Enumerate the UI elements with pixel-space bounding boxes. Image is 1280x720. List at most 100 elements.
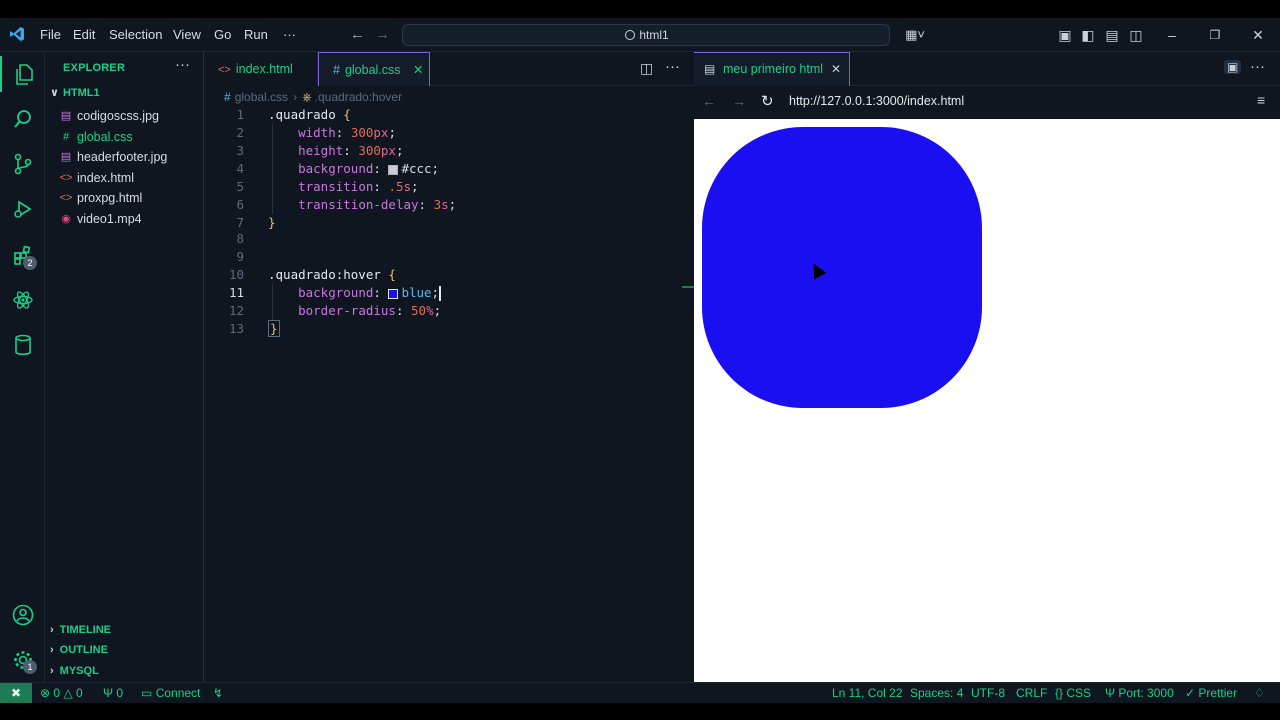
settings-gear-icon[interactable] (0, 641, 45, 677)
remote-icon[interactable]: ✖ (0, 683, 32, 704)
breadcrumb-file[interactable]: global.css (235, 90, 288, 104)
section-timeline[interactable]: › TIMELINE (50, 620, 111, 640)
tab-global-css[interactable]: # global.css ✕ (318, 52, 430, 86)
forward-arrow-icon[interactable]: → (732, 93, 746, 109)
explorer-icon[interactable] (0, 56, 45, 92)
file-item[interactable]: ▤ headerfooter.jpg (45, 147, 203, 167)
language-mode[interactable]: {} CSS (1055, 683, 1091, 704)
chevron-down-icon: ∨ (50, 87, 59, 99)
tab-preview[interactable]: ▤ meu primeiro html ✕ (694, 52, 850, 86)
code-line-11[interactable]: background: blue; (268, 284, 442, 302)
database-icon[interactable] (0, 326, 45, 362)
line-number: 13 (228, 321, 244, 336)
section-mysql[interactable]: › MYSQL (50, 661, 99, 681)
lock-icon[interactable]: ▣ (1224, 60, 1242, 74)
code-line-10[interactable]: .quadrado:hover { (268, 266, 396, 284)
code-line-6[interactable]: transition-delay: 3s; (268, 196, 456, 214)
video-icon: ◉ (61, 213, 71, 225)
toggle-primary-sidebar-icon[interactable]: ◧ (1078, 18, 1098, 52)
file-item[interactable]: ▤ codigoscss.jpg (45, 106, 203, 126)
explorer-sidebar: EXPLORER ··· ∨ HTML1 › TIMELINE › OUTLINE ›… (45, 52, 204, 682)
explorer-more-icon[interactable]: ··· (175, 56, 190, 73)
close-window-icon[interactable]: ✕ (1248, 18, 1268, 52)
run-debug-icon[interactable] (0, 190, 45, 226)
warnings-count: 0 (76, 686, 83, 700)
ports-indicator[interactable]: Ψ 0 (103, 683, 123, 704)
file-name: global.css (77, 129, 133, 144)
problems-indicator[interactable]: ⊗ 0 △ 0 (40, 683, 83, 704)
symbol-icon: ⎈ (302, 90, 312, 104)
menu-selection[interactable]: Selection (109, 18, 162, 52)
file-item[interactable]: <> proxpg.html (45, 188, 203, 208)
notifications-bell-icon[interactable]: ♢ (1254, 683, 1265, 704)
file-name: index.html (77, 170, 134, 185)
menu-edit[interactable]: Edit (73, 18, 95, 52)
quadrado-box[interactable] (702, 127, 982, 408)
folder-html1[interactable]: ∨ HTML1 (50, 86, 100, 99)
account-icon[interactable] (0, 596, 45, 632)
menu-view[interactable]: View (173, 18, 201, 52)
menu-file[interactable]: File (40, 18, 61, 52)
tab-index-html[interactable]: <> index.html (204, 52, 318, 86)
explorer-title: EXPLORER (63, 62, 126, 74)
cursor-position[interactable]: Ln 11, Col 22 (832, 683, 903, 704)
section-label: OUTLINE (59, 644, 108, 656)
color-swatch-ccc[interactable] (388, 164, 399, 175)
forward-arrow-icon[interactable]: → (375, 18, 390, 52)
url-field[interactable]: http://127.0.0.1:3000/index.html (789, 86, 964, 119)
color-swatch-blue[interactable] (388, 288, 399, 299)
antenna-icon: Ψ (103, 686, 114, 700)
code-line-5[interactable]: transition: .5s; (268, 178, 418, 196)
source-control-icon[interactable] (0, 145, 45, 181)
copilot-icon[interactable]: ▦˅ (902, 18, 928, 52)
live-server-port[interactable]: Ψ Port: 3000 (1105, 683, 1174, 704)
code-line-13[interactable]: } (268, 320, 280, 338)
file-item[interactable]: # global.css (45, 127, 203, 147)
split-editor-icon[interactable]: ◫ (640, 60, 653, 77)
connect-button[interactable]: ▭ Connect (141, 683, 200, 704)
back-arrow-icon[interactable]: ← (702, 93, 716, 109)
toggle-panel-icon[interactable]: ▤ (1102, 18, 1122, 52)
code-line-3[interactable]: height: 300px; (268, 142, 403, 160)
lightning-icon[interactable]: ↯ (213, 683, 223, 704)
errors-count: 0 (53, 686, 61, 700)
code-editor[interactable]: .quadrado { width: 300px; height: 300px;… (204, 106, 694, 682)
section-outline[interactable]: › OUTLINE (50, 640, 108, 660)
line-number: 9 (236, 249, 244, 264)
extensions-icon[interactable] (0, 236, 45, 272)
file-item[interactable]: ◉ video1.mp4 (45, 209, 203, 229)
code-line-1[interactable]: .quadrado { (268, 106, 351, 124)
menu-go[interactable]: Go (214, 18, 231, 52)
react-icon[interactable] (0, 281, 45, 317)
line-number: 6 (236, 197, 244, 212)
toggle-secondary-sidebar-icon[interactable]: ◫ (1126, 18, 1146, 52)
close-tab-icon[interactable]: ✕ (413, 53, 423, 87)
menu-run[interactable]: Run (244, 18, 268, 52)
code-line-4[interactable]: background: #ccc; (268, 160, 439, 178)
end-of-line[interactable]: CRLF (1016, 683, 1047, 704)
menu-icon[interactable]: ≡ (1257, 92, 1265, 108)
ports-count: 0 (116, 686, 124, 700)
code-line-12[interactable]: border-radius: 50%; (268, 302, 441, 320)
reload-icon[interactable]: ↻ (761, 92, 774, 110)
encoding[interactable]: UTF-8 (971, 683, 1005, 704)
code-line-2[interactable]: width: 300px; (268, 124, 396, 142)
command-center[interactable]: html1 (402, 24, 890, 46)
preview-more-icon[interactable]: ··· (1250, 58, 1265, 75)
indentation[interactable]: Spaces: 4 (910, 683, 963, 704)
menu-more[interactable]: ··· (283, 18, 296, 52)
image-icon: ▤ (60, 151, 72, 164)
restore-icon[interactable]: ❐ (1205, 18, 1225, 52)
file-item[interactable]: <> index.html (45, 168, 203, 188)
search-icon[interactable] (0, 100, 45, 136)
prettier-status[interactable]: ✓ Prettier (1185, 683, 1237, 704)
minimize-icon[interactable]: – (1162, 18, 1182, 52)
editor-more-icon[interactable]: ··· (665, 58, 680, 75)
close-tab-icon[interactable]: ✕ (831, 62, 841, 76)
breadcrumb-symbol[interactable]: .quadrado:hover (315, 90, 402, 104)
back-arrow-icon[interactable]: ← (350, 18, 365, 52)
html-icon: <> (59, 192, 73, 205)
code-line-7[interactable]: } (268, 214, 276, 232)
customize-layout-icon[interactable]: ▣ (1055, 18, 1075, 52)
search-icon (625, 30, 636, 40)
